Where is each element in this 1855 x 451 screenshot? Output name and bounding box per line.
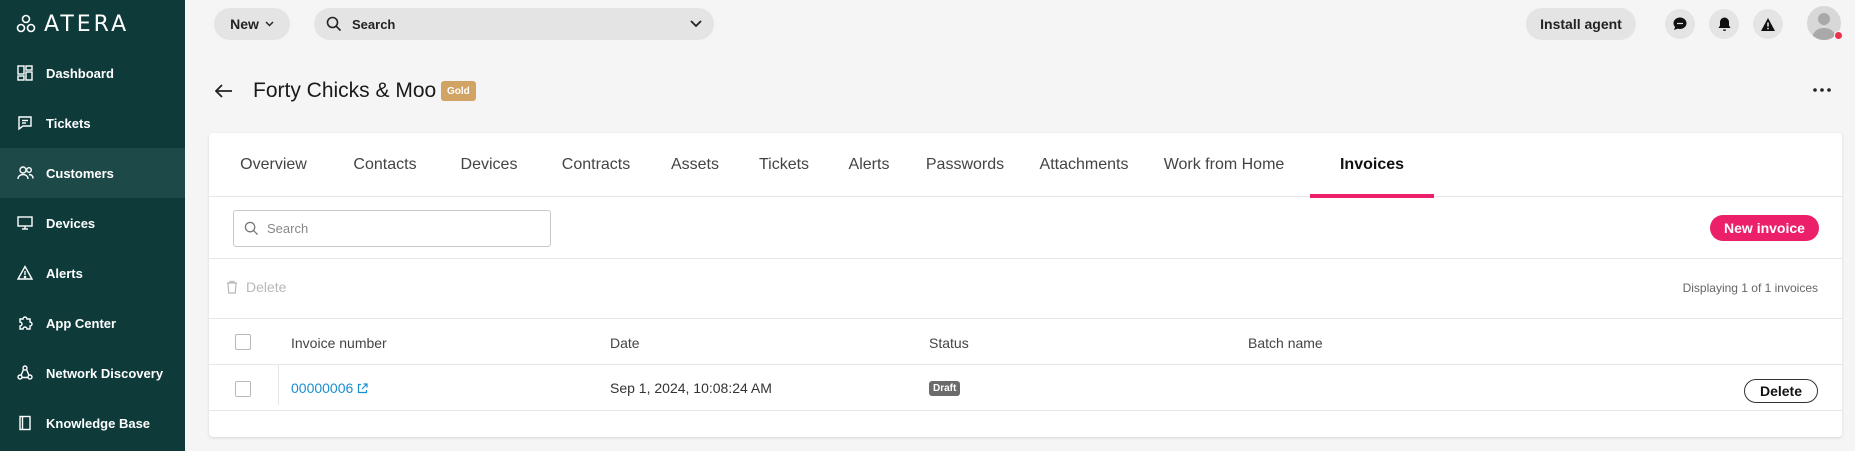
row-checkbox[interactable]	[235, 381, 251, 397]
divider	[209, 364, 1842, 365]
status-badge: Draft	[929, 381, 961, 396]
bulk-delete-button[interactable]: Delete	[226, 279, 286, 295]
invoice-date: Sep 1, 2024, 10:08:24 AM	[610, 380, 772, 396]
customer-tabs: Overview Contacts Devices Contracts Asse…	[209, 133, 1842, 198]
chevron-down-icon	[265, 21, 274, 27]
chevron-down-icon[interactable]	[690, 20, 702, 28]
alert-triangle-icon	[16, 264, 34, 282]
sidebar-item-dashboard[interactable]: Dashboard	[0, 48, 185, 98]
sidebar-item-label: Network Discovery	[46, 365, 164, 381]
brand-name: ATERA	[44, 11, 130, 37]
sidebar: ATERA Dashboard Tickets Customers Device…	[0, 0, 185, 451]
more-options-button[interactable]	[1810, 80, 1834, 100]
bulk-delete-label: Delete	[246, 279, 287, 295]
tab-contracts[interactable]: Contracts	[551, 133, 641, 197]
tab-devices[interactable]: Devices	[449, 133, 529, 197]
tab-contacts[interactable]: Contacts	[343, 133, 427, 197]
sidebar-item-label: Tickets	[46, 115, 91, 131]
sidebar-item-label: Devices	[46, 215, 96, 231]
chat-button[interactable]	[1665, 9, 1695, 39]
sidebar-item-tickets[interactable]: Tickets	[0, 98, 185, 148]
tab-tickets[interactable]: Tickets	[749, 133, 819, 197]
bell-icon	[1718, 17, 1730, 31]
alerts-button[interactable]	[1753, 9, 1783, 39]
sidebar-item-knowledge-base[interactable]: Knowledge Base	[0, 398, 185, 448]
sidebar-item-label: Knowledge Base	[46, 415, 151, 431]
delete-invoice-button[interactable]: Delete	[1744, 379, 1818, 403]
sidebar-item-alerts[interactable]: Alerts	[0, 248, 185, 298]
tab-assets[interactable]: Assets	[661, 133, 729, 197]
warning-icon	[1761, 17, 1775, 31]
status-dot	[1834, 31, 1843, 40]
tab-attachments[interactable]: Attachments	[1031, 133, 1137, 197]
notifications-button[interactable]	[1709, 9, 1739, 39]
network-icon	[16, 364, 34, 382]
sidebar-item-network-discovery[interactable]: Network Discovery	[0, 348, 185, 398]
invoice-search-input[interactable]	[267, 221, 540, 236]
sidebar-item-customers[interactable]: Customers	[0, 148, 185, 198]
global-search-label: Search	[352, 16, 396, 32]
select-all-checkbox[interactable]	[235, 334, 251, 350]
column-header-status[interactable]: Status	[929, 335, 969, 351]
result-count: Displaying 1 of 1 invoices	[1682, 281, 1818, 295]
book-icon	[16, 414, 34, 432]
column-divider	[278, 365, 279, 405]
tab-work-from-home[interactable]: Work from Home	[1159, 133, 1289, 197]
ticket-icon	[16, 114, 34, 132]
sidebar-item-label: Customers	[46, 165, 114, 181]
column-header-invoice-number[interactable]: Invoice number	[291, 335, 387, 351]
tab-invoices[interactable]: Invoices	[1310, 133, 1434, 198]
column-header-date[interactable]: Date	[610, 335, 640, 351]
sidebar-nav: Dashboard Tickets Customers Devices Aler…	[0, 48, 185, 448]
monitor-icon	[16, 214, 34, 232]
search-icon	[326, 16, 342, 32]
external-link-icon	[358, 382, 368, 393]
invoice-number: 00000006	[291, 380, 354, 396]
tab-passwords[interactable]: Passwords	[920, 133, 1010, 197]
install-agent-button[interactable]: Install agent	[1526, 8, 1636, 40]
customer-details-card: Overview Contacts Devices Contracts Asse…	[209, 133, 1842, 437]
page-title: Forty Chicks & Moo	[253, 79, 437, 102]
invoice-search[interactable]	[233, 210, 551, 247]
tier-badge: Gold	[441, 81, 476, 101]
new-button[interactable]: New	[214, 8, 290, 40]
sidebar-item-label: App Center	[46, 315, 117, 331]
puzzle-icon	[16, 314, 34, 332]
atera-logo-icon	[16, 14, 36, 33]
customers-icon	[16, 164, 34, 182]
divider	[209, 258, 1842, 259]
divider	[209, 318, 1842, 319]
search-icon	[244, 221, 259, 236]
atera-logo[interactable]: ATERA	[16, 11, 130, 37]
new-invoice-button[interactable]: New invoice	[1710, 215, 1819, 241]
new-button-label: New	[230, 16, 259, 32]
invoice-number-link[interactable]: 00000006	[291, 380, 368, 396]
tab-alerts[interactable]: Alerts	[840, 133, 898, 197]
dashboard-icon	[16, 64, 34, 82]
back-button[interactable]	[213, 80, 235, 102]
tab-overview[interactable]: Overview	[226, 133, 321, 197]
arrow-left-icon	[215, 84, 232, 98]
sidebar-item-app-center[interactable]: App Center	[0, 298, 185, 348]
global-search[interactable]: Search	[314, 8, 714, 40]
trash-icon	[227, 280, 237, 294]
sidebar-item-devices[interactable]: Devices	[0, 198, 185, 248]
column-header-batch-name[interactable]: Batch name	[1248, 335, 1323, 351]
more-horizontal-icon	[1813, 88, 1831, 92]
chat-icon	[1673, 17, 1687, 30]
divider	[209, 410, 1842, 411]
sidebar-item-label: Alerts	[46, 265, 83, 281]
sidebar-item-label: Dashboard	[46, 65, 114, 81]
topbar: New Search Install agent	[185, 0, 1855, 48]
